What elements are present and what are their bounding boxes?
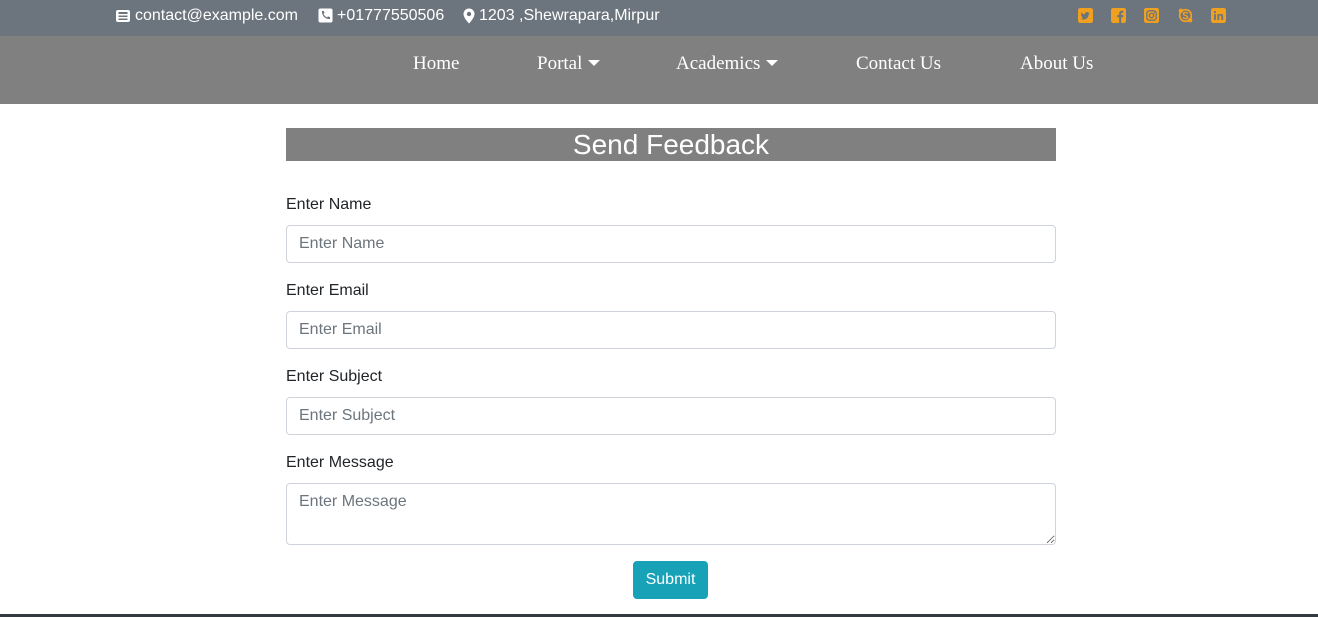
contact-email-text: contact@example.com: [135, 6, 298, 24]
subject-input[interactable]: [286, 397, 1056, 435]
instagram-icon: [1143, 7, 1159, 23]
caret-down-icon: [766, 60, 779, 66]
name-input[interactable]: [286, 225, 1056, 263]
nav-portal-dropdown[interactable]: Portal: [537, 36, 601, 92]
skype-link[interactable]: [1177, 7, 1193, 23]
nav-about-us[interactable]: About Us: [1020, 36, 1093, 92]
contact-email[interactable]: contact@example.com: [115, 0, 298, 31]
contact-phone[interactable]: +01777550506: [318, 0, 444, 31]
contact-address[interactable]: 1203 ,Shewrapara,Mirpur: [463, 0, 660, 31]
nav-academics-label: Academics: [676, 53, 761, 74]
nav-about-us-label: About Us: [1020, 53, 1094, 74]
twitter-icon: [1077, 7, 1093, 23]
facebook-icon: [1110, 7, 1126, 23]
nav-portal-label: Portal: [537, 53, 583, 74]
subject-label: Enter Subject: [286, 368, 383, 385]
contact-bar: contact@example.com +01777550506 1203 ,S…: [0, 0, 1318, 36]
map-marker-icon: [463, 8, 475, 23]
name-label: Enter Name: [286, 196, 372, 213]
instagram-link[interactable]: [1143, 7, 1159, 23]
main-navbar: Home Portal Academics Contact Us About U…: [0, 36, 1318, 104]
nav-home-label: Home: [413, 53, 460, 74]
phone-icon: [318, 8, 333, 23]
feedback-form-title: Send Feedback: [286, 128, 1056, 161]
contact-phone-text: +01777550506: [337, 6, 445, 24]
mail-box-icon: [116, 9, 130, 22]
facebook-link[interactable]: [1110, 7, 1126, 23]
caret-down-icon: [588, 60, 601, 66]
nav-home[interactable]: Home: [413, 36, 459, 92]
message-textarea[interactable]: [286, 483, 1056, 545]
email-label: Enter Email: [286, 282, 369, 299]
submit-button[interactable]: Submit: [633, 561, 708, 599]
nav-contact-us-label: Contact Us: [856, 53, 941, 74]
email-input[interactable]: [286, 311, 1056, 349]
nav-academics-dropdown[interactable]: Academics: [676, 36, 779, 92]
twitter-link[interactable]: [1077, 7, 1093, 23]
linkedin-icon: [1210, 7, 1226, 23]
nav-contact-us[interactable]: Contact Us: [856, 36, 941, 92]
skype-icon: [1178, 8, 1192, 22]
contact-address-text: 1203 ,Shewrapara,Mirpur: [479, 6, 660, 24]
linkedin-link[interactable]: [1210, 7, 1226, 23]
message-label: Enter Message: [286, 454, 394, 471]
